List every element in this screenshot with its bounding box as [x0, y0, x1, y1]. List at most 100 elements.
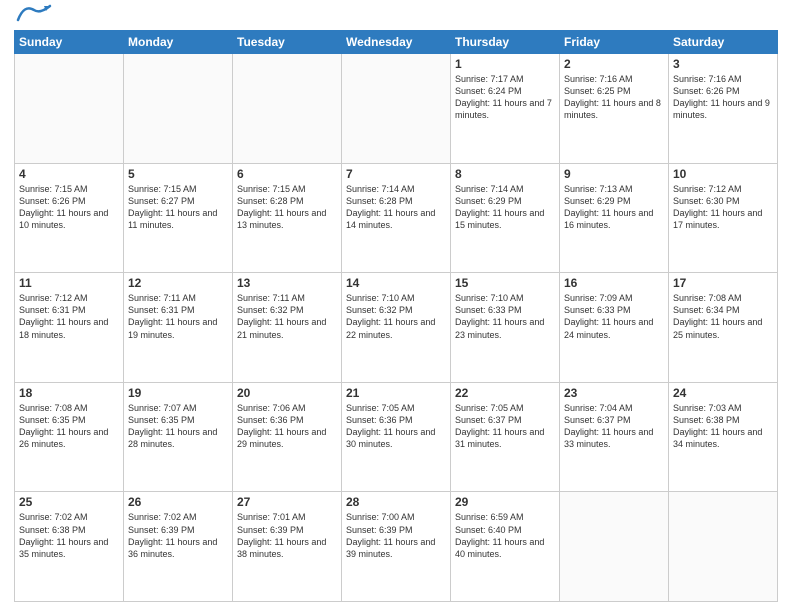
calendar-cell: 20 Sunrise: 7:06 AM Sunset: 6:36 PM Dayli… — [233, 382, 342, 492]
calendar-cell: 15 Sunrise: 7:10 AM Sunset: 6:33 PM Dayli… — [451, 273, 560, 383]
day-info: Sunrise: 7:11 AM Sunset: 6:31 PM Dayligh… — [128, 292, 228, 341]
calendar-cell — [342, 54, 451, 164]
calendar-cell: 5 Sunrise: 7:15 AM Sunset: 6:27 PM Daylig… — [124, 163, 233, 273]
logo — [14, 10, 52, 24]
day-number: 2 — [564, 57, 664, 71]
calendar-cell: 4Sunrise: 7:15 AM Sunset: 6:26 PM Daylig… — [15, 163, 124, 273]
calendar-header-friday: Friday — [560, 31, 669, 54]
day-info: Sunrise: 7:16 AM Sunset: 6:25 PM Dayligh… — [564, 73, 664, 122]
calendar-header-monday: Monday — [124, 31, 233, 54]
day-number: 16 — [564, 276, 664, 290]
day-info: Sunrise: 7:06 AM Sunset: 6:36 PM Dayligh… — [237, 402, 337, 451]
calendar-header-sunday: Sunday — [15, 31, 124, 54]
calendar-cell: 27 Sunrise: 7:01 AM Sunset: 6:39 PM Dayli… — [233, 492, 342, 602]
calendar-header-tuesday: Tuesday — [233, 31, 342, 54]
day-number: 10 — [673, 167, 773, 181]
day-number: 19 — [128, 386, 228, 400]
day-info: Sunrise: 7:10 AM Sunset: 6:32 PM Dayligh… — [346, 292, 446, 341]
day-info: Sunrise: 7:01 AM Sunset: 6:39 PM Dayligh… — [237, 511, 337, 560]
calendar-cell: 10 Sunrise: 7:12 AM Sunset: 6:30 PM Dayli… — [669, 163, 778, 273]
day-number: 22 — [455, 386, 555, 400]
calendar-cell: 3Sunrise: 7:16 AM Sunset: 6:26 PM Daylig… — [669, 54, 778, 164]
calendar-cell — [560, 492, 669, 602]
calendar-header-wednesday: Wednesday — [342, 31, 451, 54]
calendar-week-row: 11 Sunrise: 7:12 AM Sunset: 6:31 PM Dayli… — [15, 273, 778, 383]
calendar-cell: 6 Sunrise: 7:15 AM Sunset: 6:28 PM Daylig… — [233, 163, 342, 273]
day-info: Sunrise: 7:14 AM Sunset: 6:28 PM Dayligh… — [346, 183, 446, 232]
day-info: Sunrise: 7:15 AM Sunset: 6:27 PM Dayligh… — [128, 183, 228, 232]
day-info: Sunrise: 7:15 AM Sunset: 6:28 PM Dayligh… — [237, 183, 337, 232]
day-info: Sunrise: 7:08 AM Sunset: 6:34 PM Dayligh… — [673, 292, 773, 341]
calendar-cell: 28 Sunrise: 7:00 AM Sunset: 6:39 PM Dayli… — [342, 492, 451, 602]
calendar-cell — [15, 54, 124, 164]
calendar-cell: 24 Sunrise: 7:03 AM Sunset: 6:38 PM Dayli… — [669, 382, 778, 492]
day-info: Sunrise: 7:05 AM Sunset: 6:37 PM Dayligh… — [455, 402, 555, 451]
calendar-cell: 8Sunrise: 7:14 AM Sunset: 6:29 PM Daylig… — [451, 163, 560, 273]
day-number: 26 — [128, 495, 228, 509]
day-info: Sunrise: 7:17 AM Sunset: 6:24 PM Dayligh… — [455, 73, 555, 122]
page: SundayMondayTuesdayWednesdayThursdayFrid… — [0, 0, 792, 612]
day-info: Sunrise: 7:04 AM Sunset: 6:37 PM Dayligh… — [564, 402, 664, 451]
day-number: 23 — [564, 386, 664, 400]
calendar-cell: 25 Sunrise: 7:02 AM Sunset: 6:38 PM Dayli… — [15, 492, 124, 602]
day-number: 15 — [455, 276, 555, 290]
day-number: 6 — [237, 167, 337, 181]
day-info: Sunrise: 7:12 AM Sunset: 6:31 PM Dayligh… — [19, 292, 119, 341]
calendar-cell: 19 Sunrise: 7:07 AM Sunset: 6:35 PM Dayli… — [124, 382, 233, 492]
calendar-cell: 2 Sunrise: 7:16 AM Sunset: 6:25 PM Daylig… — [560, 54, 669, 164]
calendar-week-row: 1 Sunrise: 7:17 AM Sunset: 6:24 PM Daylig… — [15, 54, 778, 164]
day-number: 12 — [128, 276, 228, 290]
day-number: 28 — [346, 495, 446, 509]
calendar-cell: 12 Sunrise: 7:11 AM Sunset: 6:31 PM Dayli… — [124, 273, 233, 383]
day-info: Sunrise: 7:10 AM Sunset: 6:33 PM Dayligh… — [455, 292, 555, 341]
day-info: Sunrise: 7:05 AM Sunset: 6:36 PM Dayligh… — [346, 402, 446, 451]
day-info: Sunrise: 7:12 AM Sunset: 6:30 PM Dayligh… — [673, 183, 773, 232]
day-number: 29 — [455, 495, 555, 509]
calendar-cell: 23 Sunrise: 7:04 AM Sunset: 6:37 PM Dayli… — [560, 382, 669, 492]
calendar-cell: 17 Sunrise: 7:08 AM Sunset: 6:34 PM Dayli… — [669, 273, 778, 383]
day-info: Sunrise: 7:02 AM Sunset: 6:38 PM Dayligh… — [19, 511, 119, 560]
calendar-cell: 16 Sunrise: 7:09 AM Sunset: 6:33 PM Dayli… — [560, 273, 669, 383]
day-info: Sunrise: 7:13 AM Sunset: 6:29 PM Dayligh… — [564, 183, 664, 232]
day-number: 17 — [673, 276, 773, 290]
logo-bird-icon — [16, 2, 52, 24]
calendar-cell: 7Sunrise: 7:14 AM Sunset: 6:28 PM Daylig… — [342, 163, 451, 273]
day-info: Sunrise: 7:03 AM Sunset: 6:38 PM Dayligh… — [673, 402, 773, 451]
calendar-week-row: 4Sunrise: 7:15 AM Sunset: 6:26 PM Daylig… — [15, 163, 778, 273]
calendar-header-thursday: Thursday — [451, 31, 560, 54]
day-number: 1 — [455, 57, 555, 71]
calendar-cell — [124, 54, 233, 164]
calendar-week-row: 25 Sunrise: 7:02 AM Sunset: 6:38 PM Dayli… — [15, 492, 778, 602]
day-info: Sunrise: 7:02 AM Sunset: 6:39 PM Dayligh… — [128, 511, 228, 560]
calendar-cell: 18 Sunrise: 7:08 AM Sunset: 6:35 PM Dayli… — [15, 382, 124, 492]
calendar-cell: 13Sunrise: 7:11 AM Sunset: 6:32 PM Dayli… — [233, 273, 342, 383]
calendar-cell: 1 Sunrise: 7:17 AM Sunset: 6:24 PM Daylig… — [451, 54, 560, 164]
day-info: Sunrise: 7:15 AM Sunset: 6:26 PM Dayligh… — [19, 183, 119, 232]
day-number: 14 — [346, 276, 446, 290]
calendar-cell: 22 Sunrise: 7:05 AM Sunset: 6:37 PM Dayli… — [451, 382, 560, 492]
day-number: 5 — [128, 167, 228, 181]
day-number: 27 — [237, 495, 337, 509]
day-info: Sunrise: 7:00 AM Sunset: 6:39 PM Dayligh… — [346, 511, 446, 560]
day-number: 24 — [673, 386, 773, 400]
day-info: Sunrise: 7:08 AM Sunset: 6:35 PM Dayligh… — [19, 402, 119, 451]
calendar-header-saturday: Saturday — [669, 31, 778, 54]
calendar-cell — [669, 492, 778, 602]
day-number: 11 — [19, 276, 119, 290]
day-number: 8 — [455, 167, 555, 181]
day-number: 20 — [237, 386, 337, 400]
calendar-cell: 14 Sunrise: 7:10 AM Sunset: 6:32 PM Dayli… — [342, 273, 451, 383]
calendar-cell: 11 Sunrise: 7:12 AM Sunset: 6:31 PM Dayli… — [15, 273, 124, 383]
day-number: 18 — [19, 386, 119, 400]
day-info: Sunrise: 7:16 AM Sunset: 6:26 PM Dayligh… — [673, 73, 773, 122]
day-info: Sunrise: 6:59 AM Sunset: 6:40 PM Dayligh… — [455, 511, 555, 560]
day-number: 25 — [19, 495, 119, 509]
calendar-table: SundayMondayTuesdayWednesdayThursdayFrid… — [14, 30, 778, 602]
day-number: 13 — [237, 276, 337, 290]
day-number: 21 — [346, 386, 446, 400]
calendar-cell: 29 Sunrise: 6:59 AM Sunset: 6:40 PM Dayli… — [451, 492, 560, 602]
day-number: 9 — [564, 167, 664, 181]
header — [14, 10, 778, 24]
day-info: Sunrise: 7:07 AM Sunset: 6:35 PM Dayligh… — [128, 402, 228, 451]
day-info: Sunrise: 7:09 AM Sunset: 6:33 PM Dayligh… — [564, 292, 664, 341]
